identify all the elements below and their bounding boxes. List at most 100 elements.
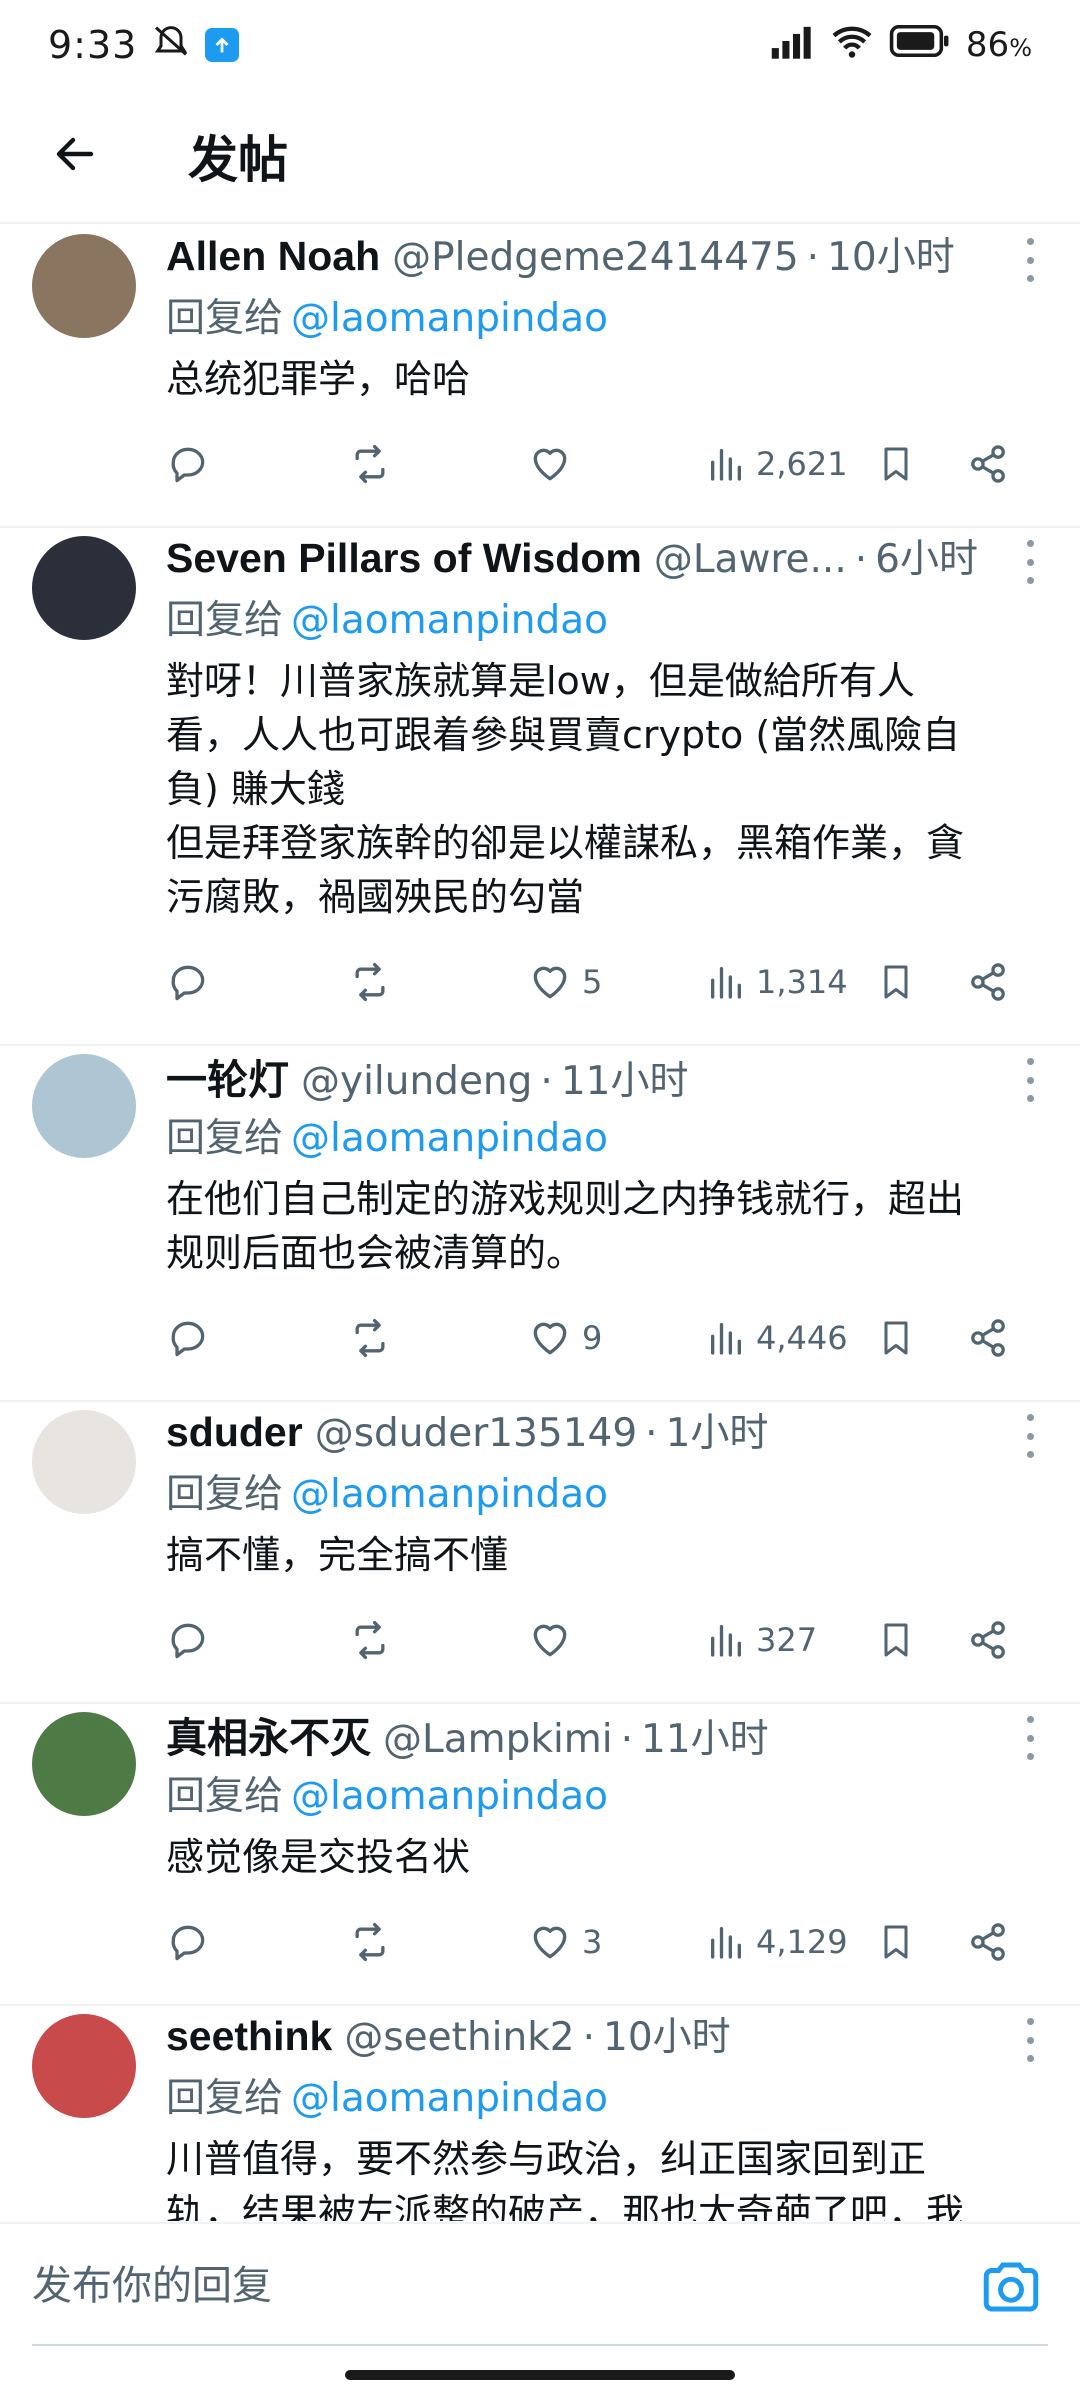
reply-underline (32, 2344, 1048, 2346)
page-header: 发帖 (0, 90, 1080, 224)
share-icon (966, 960, 1010, 1004)
reply-mention-link[interactable]: @laomanpindao (291, 1472, 608, 1517)
more-options-button[interactable] (1020, 1058, 1040, 1102)
repost-button[interactable] (346, 960, 394, 1004)
post-time: 10小时 (827, 235, 955, 280)
views-button[interactable]: 4,446 (706, 1318, 848, 1358)
reply-mention-link[interactable]: @laomanpindao (291, 1116, 608, 1161)
reply-button[interactable] (166, 1316, 210, 1360)
more-dot (1026, 275, 1034, 282)
views-button[interactable]: 4,129 (706, 1922, 848, 1962)
reply-button[interactable] (166, 1920, 210, 1964)
avatar[interactable] (32, 1054, 136, 1158)
views-icon (706, 1620, 746, 1660)
more-dot (1026, 1414, 1034, 1421)
views-button[interactable]: 1,314 (706, 962, 848, 1002)
like-count: 5 (582, 963, 603, 1001)
share-button[interactable] (966, 1920, 1010, 1964)
reply-feed[interactable]: Allen Noah @Pledgeme2414475 · 10小时 回复给 @laoma… (0, 226, 1080, 2221)
user-handle[interactable]: @seethink2 (344, 2015, 574, 2060)
post-actions: 2,621 (166, 418, 1048, 510)
like-count: 9 (582, 1319, 603, 1357)
reply-input[interactable] (32, 2246, 932, 2326)
avatar[interactable] (32, 536, 136, 640)
avatar[interactable] (32, 234, 136, 338)
bookmark-button[interactable] (876, 1920, 916, 1964)
share-icon (966, 442, 1010, 486)
post-time: 10小时 (603, 2015, 731, 2060)
reply-post[interactable]: Allen Noah @Pledgeme2414475 · 10小时 回复给 @laoma… (0, 226, 1080, 528)
post-time: 11小时 (560, 1059, 689, 1104)
status-bar: 9:33 86% (0, 0, 1080, 90)
avatar[interactable] (32, 1410, 136, 1514)
user-handle[interactable]: @sduder135149 (315, 1411, 637, 1456)
more-dot (1026, 2018, 1034, 2025)
bookmark-button[interactable] (876, 442, 916, 486)
views-icon (706, 1318, 746, 1358)
user-handle[interactable]: @Lawre... (654, 537, 847, 582)
views-button[interactable]: 327 (706, 1620, 817, 1660)
share-button[interactable] (966, 1316, 1010, 1360)
user-handle[interactable]: @Pledgeme2414475 (392, 235, 799, 280)
like-button[interactable] (528, 1618, 582, 1662)
repost-button[interactable] (346, 442, 394, 486)
repost-button[interactable] (346, 1618, 394, 1662)
repost-button[interactable] (346, 1316, 394, 1360)
camera-button[interactable] (978, 2254, 1044, 2320)
avatar[interactable] (32, 1712, 136, 1816)
post-text: 在他们自己制定的游戏规则之内挣钱就行，超出 规则后面也会被清算的。 (166, 1177, 965, 1275)
reply-button[interactable] (166, 960, 210, 1004)
views-button[interactable]: 2,621 (706, 444, 848, 484)
more-dot (1026, 238, 1034, 245)
separator-dot: · (854, 537, 868, 582)
bookmark-button[interactable] (876, 960, 916, 1004)
reply-mention-link[interactable]: @laomanpindao (291, 1774, 608, 1819)
post-time: 1小时 (665, 1411, 769, 1456)
like-button[interactable]: 9 (528, 1316, 602, 1360)
repost-icon (346, 1618, 394, 1662)
separator-dot: · (806, 235, 820, 280)
reply-button[interactable] (166, 442, 210, 486)
more-options-button[interactable] (1020, 540, 1040, 584)
post-meta: sduder @sduder135149 · 1小时 (166, 1402, 1048, 1466)
user-handle[interactable]: @Lampkimi (383, 1717, 613, 1762)
share-button[interactable] (966, 442, 1010, 486)
reply-post[interactable]: sduder @sduder135149 · 1小时 回复给 @laomanpindao 搞… (0, 1402, 1080, 1704)
bookmark-button[interactable] (876, 1316, 916, 1360)
display-name[interactable]: seethink (166, 2013, 332, 2060)
share-button[interactable] (966, 960, 1010, 1004)
reply-icon (166, 1618, 210, 1662)
views-icon (706, 962, 746, 1002)
back-button[interactable] (0, 89, 150, 223)
reply-post[interactable]: 真相永不灭 @Lampkimi · 11小时 回复给 @laomanpindao 感觉像是交… (0, 1704, 1080, 2006)
reply-button[interactable] (166, 1618, 210, 1662)
like-button[interactable]: 5 (528, 960, 602, 1004)
more-options-button[interactable] (1020, 1414, 1040, 1458)
reply-post[interactable]: 一轮灯 @yilundeng · 11小时 回复给 @laomanpindao 在他们自己制… (0, 1046, 1080, 1402)
display-name[interactable]: Allen Noah (166, 233, 380, 280)
reply-mention-link[interactable]: @laomanpindao (291, 296, 608, 341)
reply-to-line: 回复给 @laomanpindao (166, 1466, 1048, 1524)
bookmark-button[interactable] (876, 1618, 916, 1662)
like-button[interactable] (528, 442, 582, 486)
reply-bar (0, 2222, 1080, 2362)
reply-post[interactable]: seethink @seethink2 · 10小时 回复给 @laomanpindao 川… (0, 2006, 1080, 2221)
reply-mention-link[interactable]: @laomanpindao (291, 2076, 608, 2121)
reply-mention-link[interactable]: @laomanpindao (291, 598, 608, 643)
reply-post[interactable]: Seven Pillars of Wisdom @Lawre... · 6小时 回复给 @… (0, 528, 1080, 1046)
home-indicator[interactable] (345, 2370, 735, 2380)
more-options-button[interactable] (1020, 2018, 1040, 2062)
display-name[interactable]: 真相永不灭 (166, 1704, 371, 1764)
display-name[interactable]: sduder (166, 1409, 303, 1456)
share-button[interactable] (966, 1618, 1010, 1662)
repost-button[interactable] (346, 1920, 394, 1964)
avatar[interactable] (32, 2014, 136, 2118)
separator-dot: · (582, 2015, 596, 2060)
more-options-button[interactable] (1020, 238, 1040, 282)
display-name[interactable]: 一轮灯 (166, 1046, 289, 1106)
user-handle[interactable]: @yilundeng (301, 1059, 532, 1104)
display-name[interactable]: Seven Pillars of Wisdom (166, 535, 642, 582)
like-button[interactable]: 3 (528, 1920, 602, 1964)
more-options-button[interactable] (1020, 1716, 1040, 1760)
post-meta: seethink @seethink2 · 10小时 (166, 2006, 1048, 2070)
